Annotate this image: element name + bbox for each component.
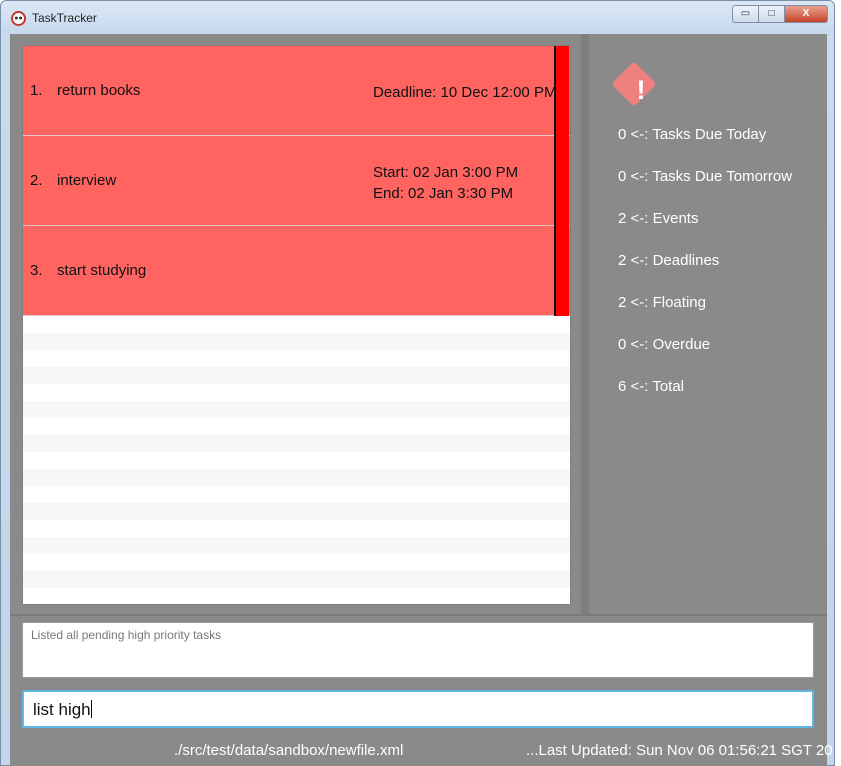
empty-row: [23, 537, 570, 554]
task-time-detail: Start: 02 Jan 3:00 PM: [373, 163, 519, 181]
status-last-updated: ...Last Updated: Sun Nov 06 01:56:21 SGT…: [526, 742, 833, 759]
app-window: ●● TaskTracker ▭ □ X 1. return books Deadl…: [0, 0, 835, 766]
split-divider[interactable]: [581, 34, 589, 614]
command-input[interactable]: list high: [22, 690, 814, 728]
task-name: start studying: [57, 262, 147, 279]
bottom-separator: [10, 614, 827, 616]
empty-row: [23, 571, 570, 588]
empty-row: [23, 367, 570, 384]
task-time-detail: Deadline: 10 Dec 12:00 PM: [373, 84, 557, 101]
empty-row: [23, 333, 570, 350]
empty-row: [23, 401, 570, 418]
status-file-path: ./src/test/data/sandbox/newfile.xml: [174, 742, 404, 759]
exclamation-icon: !: [636, 75, 646, 105]
summary-stat: 2 <-: Deadlines: [618, 252, 720, 269]
summary-stat: 0 <-: Tasks Due Tomorrow: [618, 168, 793, 185]
summary-stat: 6 <-: Total: [618, 378, 685, 395]
high-priority-flag: [554, 136, 569, 226]
summary-stat: 2 <-: Events: [618, 210, 699, 227]
app-logo-icon: ●●: [11, 11, 26, 26]
task-time-detail: End: 02 Jan 3:30 PM: [373, 184, 514, 202]
empty-row: [23, 469, 570, 486]
task-name: return books: [57, 82, 141, 99]
task-index: 3.: [30, 262, 43, 279]
task-card[interactable]: 2. interview Start: 02 Jan 3:00 PM End: 02 …: [23, 136, 570, 226]
summary-stat: 0 <-: Tasks Due Today: [618, 126, 767, 143]
task-card[interactable]: 3. start studying: [23, 226, 570, 316]
command-input-value: list high: [33, 700, 91, 719]
close-button[interactable]: X: [784, 5, 828, 23]
maximize-button[interactable]: □: [758, 5, 784, 23]
high-priority-flag: [554, 226, 569, 316]
high-priority-flag: [554, 46, 569, 136]
task-index: 2.: [30, 172, 43, 189]
summary-panel: ! 0 <-: Tasks Due Today 0 <-: Tasks Due T…: [590, 34, 827, 614]
summary-stat: 2 <-: Floating: [618, 294, 706, 311]
text-caret: [90, 700, 92, 718]
task-card[interactable]: 1. return books Deadline: 10 Dec 12:00 PM: [23, 46, 570, 136]
empty-row: [23, 435, 570, 452]
summary-stat: 0 <-: Overdue: [618, 336, 711, 353]
main-content: 1. return books Deadline: 10 Dec 12:00 PM 2…: [10, 34, 833, 766]
task-index: 1.: [30, 82, 43, 99]
minimize-button[interactable]: ▭: [732, 5, 758, 23]
window-title: TaskTracker: [32, 11, 97, 25]
task-name: interview: [57, 172, 117, 189]
task-list-panel[interactable]: 1. return books Deadline: 10 Dec 12:00 PM 2…: [22, 45, 571, 605]
title-bar[interactable]: ●● TaskTracker ▭ □ X: [1, 1, 834, 33]
result-display: Listed all pending high priority tasks: [22, 622, 814, 678]
empty-row: [23, 503, 570, 520]
window-controls: ▭ □ X: [732, 5, 828, 23]
